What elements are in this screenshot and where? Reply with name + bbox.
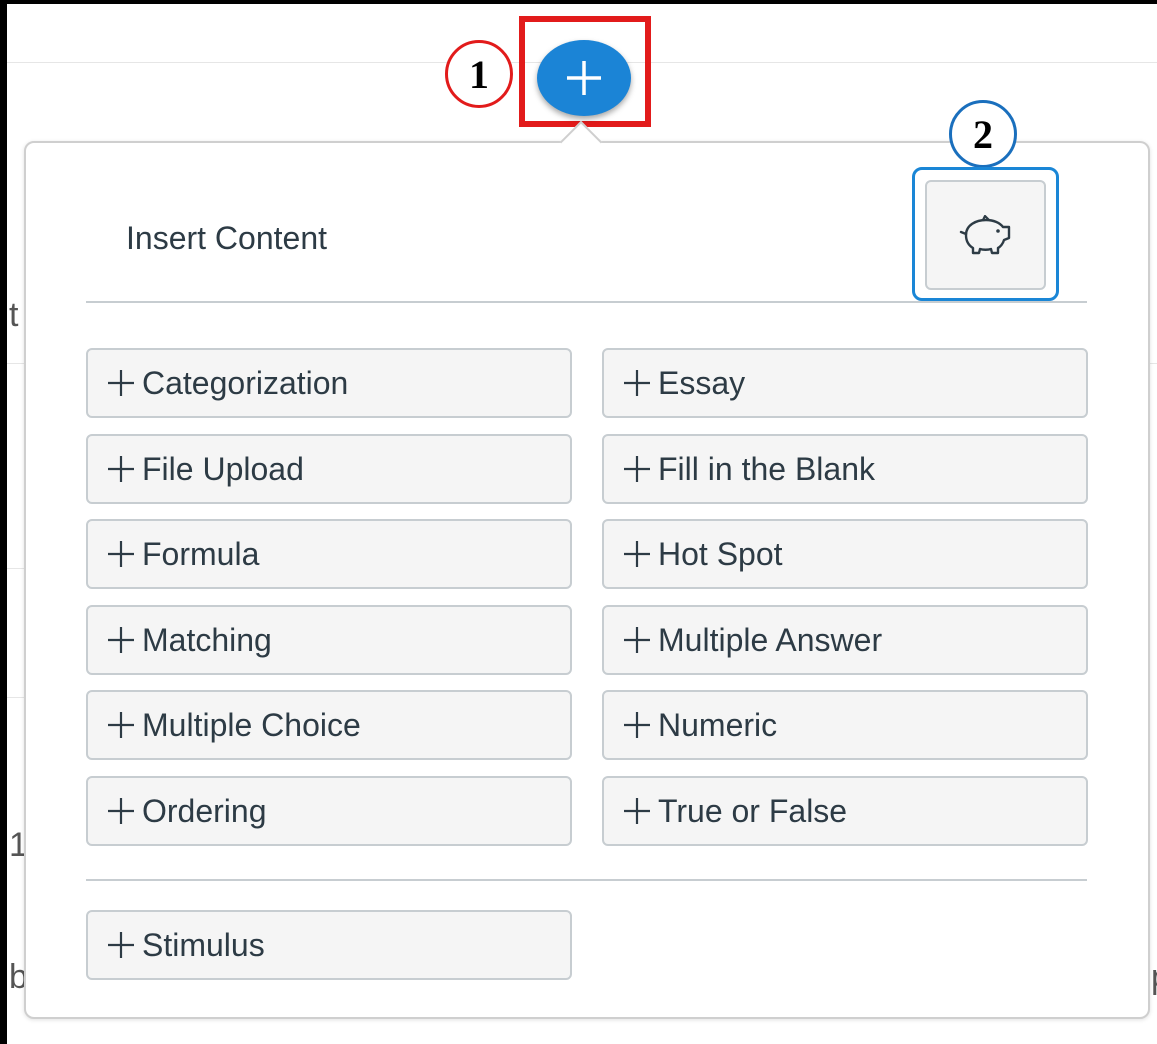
background-text: t — [9, 296, 19, 334]
question-type-label: True or False — [658, 792, 848, 829]
callout-step-1: 1 — [445, 40, 513, 108]
callout-step-2: 2 — [949, 100, 1017, 168]
plus-icon — [624, 627, 650, 653]
plus-icon — [108, 712, 134, 738]
insert-multiple-answer-button[interactable]: Multiple Answer — [602, 605, 1088, 675]
insert-formula-button[interactable]: Formula — [86, 519, 572, 589]
question-type-label: Multiple Choice — [142, 706, 361, 743]
stimulus-divider — [86, 879, 1087, 881]
add-content-button[interactable] — [537, 40, 631, 116]
insert-categorization-button[interactable]: Categorization — [86, 348, 572, 418]
insert-fill-in-the-blank-button[interactable]: Fill in the Blank — [602, 434, 1088, 504]
piggy-bank-icon — [959, 215, 1010, 255]
plus-icon — [567, 61, 601, 95]
insert-hot-spot-button[interactable]: Hot Spot — [602, 519, 1088, 589]
insert-multiple-choice-button[interactable]: Multiple Choice — [86, 690, 572, 760]
background-divider — [1150, 363, 1157, 364]
stimulus-label: Stimulus — [142, 926, 265, 963]
popover-title: Insert Content — [126, 220, 327, 256]
insert-matching-button[interactable]: Matching — [86, 605, 572, 675]
question-type-label: Hot Spot — [658, 535, 783, 572]
plus-icon — [624, 370, 650, 396]
question-type-label: Fill in the Blank — [658, 450, 875, 487]
plus-icon — [624, 712, 650, 738]
insert-essay-button[interactable]: Essay — [602, 348, 1088, 418]
question-type-label: Essay — [658, 364, 746, 401]
question-type-label: Matching — [142, 621, 272, 658]
plus-icon — [624, 798, 650, 824]
item-bank-button[interactable] — [925, 180, 1046, 290]
question-type-label: Numeric — [658, 706, 778, 743]
stimulus-button[interactable]: Stimulus — [86, 910, 572, 980]
insert-file-upload-button[interactable]: File Upload — [86, 434, 572, 504]
plus-icon — [108, 932, 134, 958]
question-type-label: Categorization — [142, 364, 349, 401]
plus-icon — [108, 370, 134, 396]
plus-icon — [624, 541, 650, 567]
question-type-label: Formula — [142, 535, 260, 572]
insert-ordering-button[interactable]: Ordering — [86, 776, 572, 846]
insert-numeric-button[interactable]: Numeric — [602, 690, 1088, 760]
plus-icon — [108, 541, 134, 567]
background-text: p — [1151, 958, 1157, 997]
question-type-label: Ordering — [142, 792, 267, 829]
question-type-label: Multiple Answer — [658, 621, 883, 658]
insert-true-or-false-button[interactable]: True or False — [602, 776, 1088, 846]
question-type-label: File Upload — [142, 450, 304, 487]
header-divider — [86, 301, 1087, 303]
plus-icon — [108, 456, 134, 482]
plus-icon — [108, 798, 134, 824]
plus-icon — [624, 456, 650, 482]
plus-icon — [108, 627, 134, 653]
